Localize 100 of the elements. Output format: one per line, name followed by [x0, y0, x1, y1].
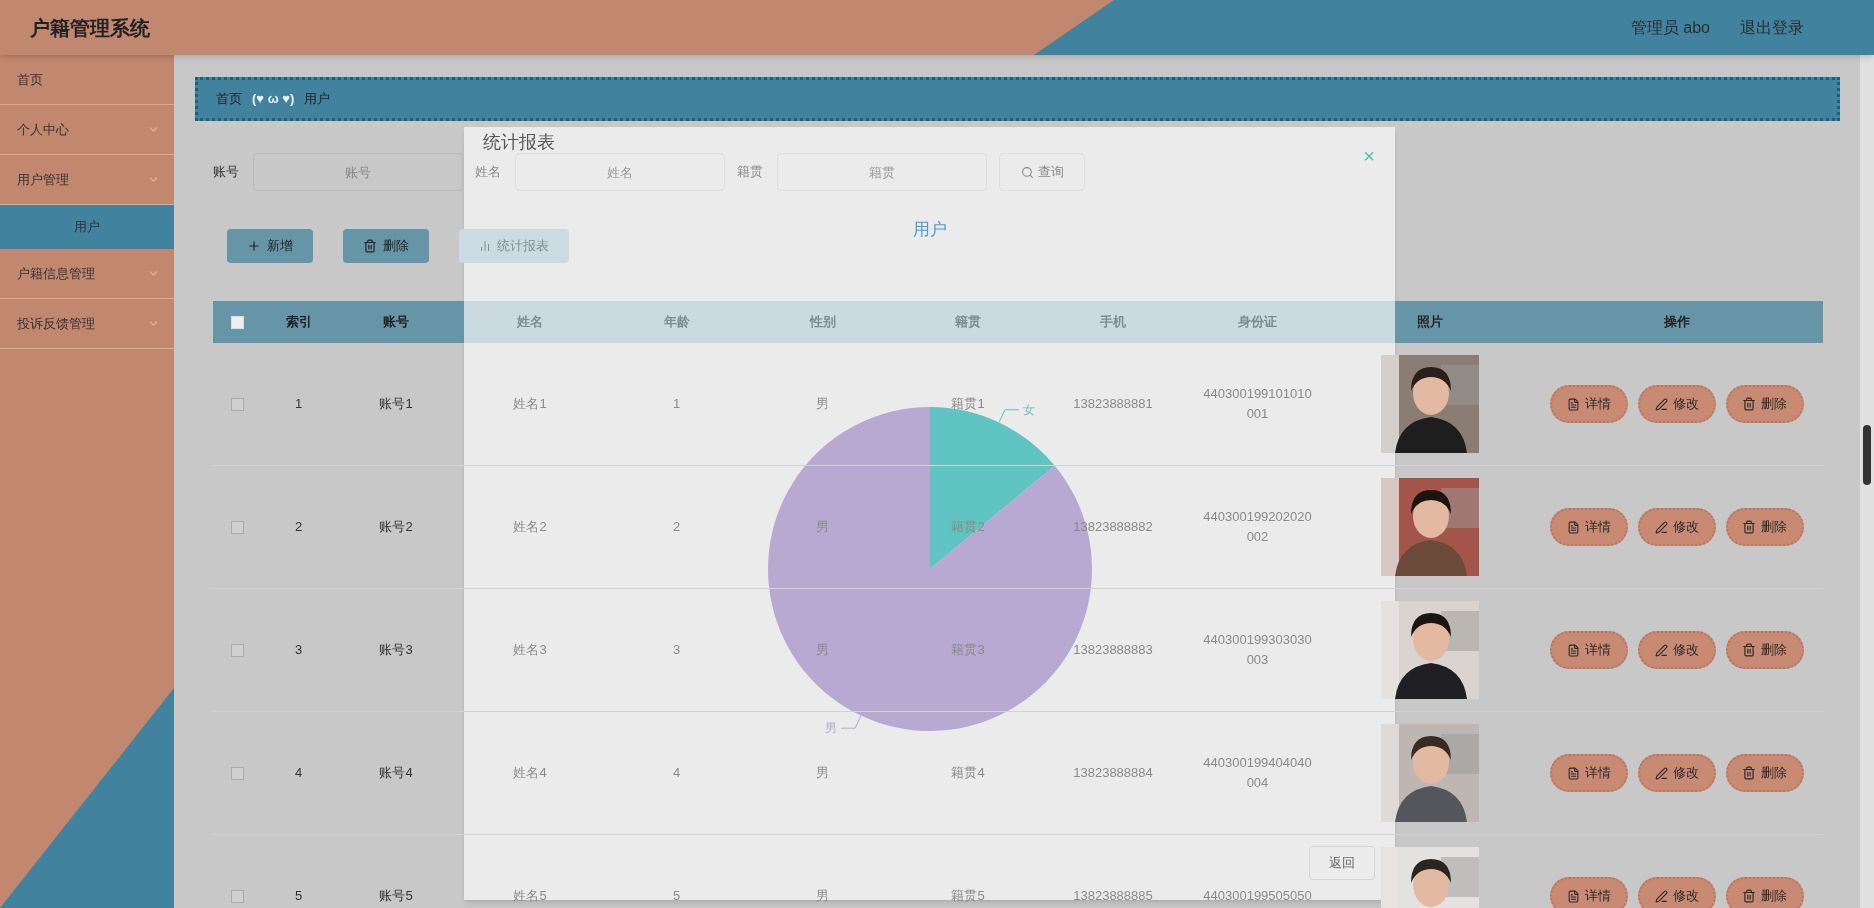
document-icon [1566, 889, 1580, 903]
row-action-button[interactable]: 详情 [1549, 754, 1628, 792]
slice-label: 女 [1022, 402, 1035, 417]
table-cell-text: 姓名1 [513, 395, 547, 414]
table-cell-text: 姓名3 [513, 641, 547, 660]
table-cell-text: 2 [294, 518, 303, 537]
trash-icon [1742, 766, 1756, 780]
logout-link[interactable]: 退出登录 [1740, 15, 1804, 40]
menu-item[interactable]: 首页 [0, 55, 174, 105]
table-cell-text: 籍贯3 [951, 641, 985, 660]
back-button[interactable]: 返回 [1309, 846, 1375, 880]
checkbox[interactable] [231, 766, 244, 780]
table-cell-text: 账号4 [379, 764, 413, 783]
column-header: 账号 [383, 313, 409, 332]
action-button[interactable]: 新增 [227, 229, 313, 263]
table-cell-text: 籍贯1 [951, 395, 985, 414]
row-action-button[interactable]: 详情 [1549, 385, 1628, 423]
leader-line [840, 715, 862, 729]
table-cell-text: 4 [672, 764, 681, 783]
table-cell-text: 5 [672, 887, 681, 906]
admin-name: 管理员 abo [1630, 17, 1710, 38]
table-cell-text: 3 [672, 641, 681, 660]
column-header: 照片 [1417, 313, 1443, 332]
bar-chart-icon [479, 240, 491, 252]
table-cell-text: 姓名2 [513, 518, 547, 537]
table-cell-text: 1 [294, 395, 303, 414]
menu-item[interactable]: 个人中心 [0, 105, 174, 155]
search-button[interactable]: 查询 [999, 153, 1085, 191]
menu-item[interactable]: 投诉反馈管理 [0, 299, 174, 349]
row-action-button[interactable]: 删除 [1725, 754, 1804, 792]
row-action-button[interactable]: 删除 [1725, 385, 1804, 423]
submenu-item[interactable]: 用户 [0, 205, 174, 249]
table-cell-text: 账号2 [379, 518, 413, 537]
table-cell-text: 440300199505050 [1203, 887, 1312, 905]
row-action-button[interactable]: 修改 [1637, 508, 1716, 546]
row-action-button[interactable]: 删除 [1725, 508, 1804, 546]
field-label: 籍贯 [737, 163, 764, 182]
search-field[interactable]: 账号 [253, 153, 463, 191]
column-header: 索引 [285, 313, 312, 332]
column-header: 操作 [1663, 313, 1690, 332]
action-button[interactable]: 删除 [343, 229, 429, 263]
table-cell-text: 籍贯5 [951, 887, 985, 906]
column-header: 籍贯 [955, 313, 981, 332]
checkbox[interactable] [231, 397, 244, 411]
table-cell-text: 13823888885 [1073, 887, 1153, 906]
search-field[interactable]: 姓名 [515, 153, 725, 191]
table-cell-text: 440300199404040004 [1202, 754, 1313, 792]
checkbox[interactable] [231, 520, 244, 534]
table-cell-text: 5 [294, 887, 303, 906]
checkbox[interactable] [231, 643, 244, 657]
breadcrumb-item[interactable]: 首页 [216, 89, 242, 109]
table-cell-text: 440300199202020002 [1202, 508, 1313, 546]
column-header: 姓名 [517, 313, 543, 332]
table-cell-text: 账号5 [379, 887, 413, 906]
column-header: 性别 [809, 313, 836, 332]
field-label: 姓名 [475, 163, 502, 182]
breadcrumb-item: (♥ ω ♥) [252, 90, 295, 109]
table-cell-text: 男 [816, 395, 829, 414]
menu-item[interactable]: 户籍信息管理 [0, 249, 174, 299]
table-cell-text: 男 [816, 518, 829, 537]
row-action-button[interactable]: 删除 [1725, 877, 1804, 908]
trash-icon [1742, 643, 1756, 657]
row-action-button[interactable]: 详情 [1549, 508, 1628, 546]
row-action-button[interactable]: 修改 [1637, 754, 1716, 792]
column-header: 手机 [1100, 313, 1126, 332]
pencil-icon [1654, 766, 1668, 780]
table-cell-text: 姓名4 [513, 764, 547, 783]
document-icon [1566, 520, 1580, 534]
table-cell-text: 2 [672, 518, 681, 537]
slice-label: 男 [825, 721, 838, 736]
table-cell-text: 1 [672, 395, 681, 414]
table-cell-text: 3 [294, 641, 303, 660]
field-label: 账号 [213, 163, 240, 182]
document-icon [1566, 643, 1580, 657]
breadcrumb-item: 用户 [304, 90, 331, 109]
leader-line [998, 409, 1020, 423]
row-action-button[interactable]: 详情 [1549, 877, 1628, 908]
pencil-icon [1654, 643, 1668, 657]
table-cell-text: 账号3 [379, 641, 413, 660]
search-field[interactable]: 籍贯 [777, 153, 987, 191]
table-cell-text: 4 [294, 764, 303, 783]
column-header: 年龄 [663, 313, 690, 332]
row-action-button[interactable]: 修改 [1637, 877, 1716, 908]
trash-icon [363, 239, 377, 253]
row-action-button[interactable]: 删除 [1725, 631, 1804, 669]
document-icon [1566, 397, 1580, 411]
pencil-icon [1654, 889, 1668, 903]
row-action-button[interactable]: 修改 [1637, 631, 1716, 669]
trash-icon [1742, 889, 1756, 903]
pencil-icon [1654, 520, 1668, 534]
trash-icon [1742, 397, 1756, 411]
table-cell-text: 姓名5 [513, 887, 547, 906]
table-cell-text: 男 [816, 764, 829, 783]
table-cell-text: 男 [816, 641, 829, 660]
table-cell-text: 籍贯4 [951, 764, 985, 783]
row-action-button[interactable]: 详情 [1549, 631, 1628, 669]
checkbox[interactable] [231, 889, 244, 903]
pencil-icon [1654, 397, 1668, 411]
row-action-button[interactable]: 修改 [1637, 385, 1716, 423]
table-cell-text: 13823888883 [1073, 641, 1153, 660]
